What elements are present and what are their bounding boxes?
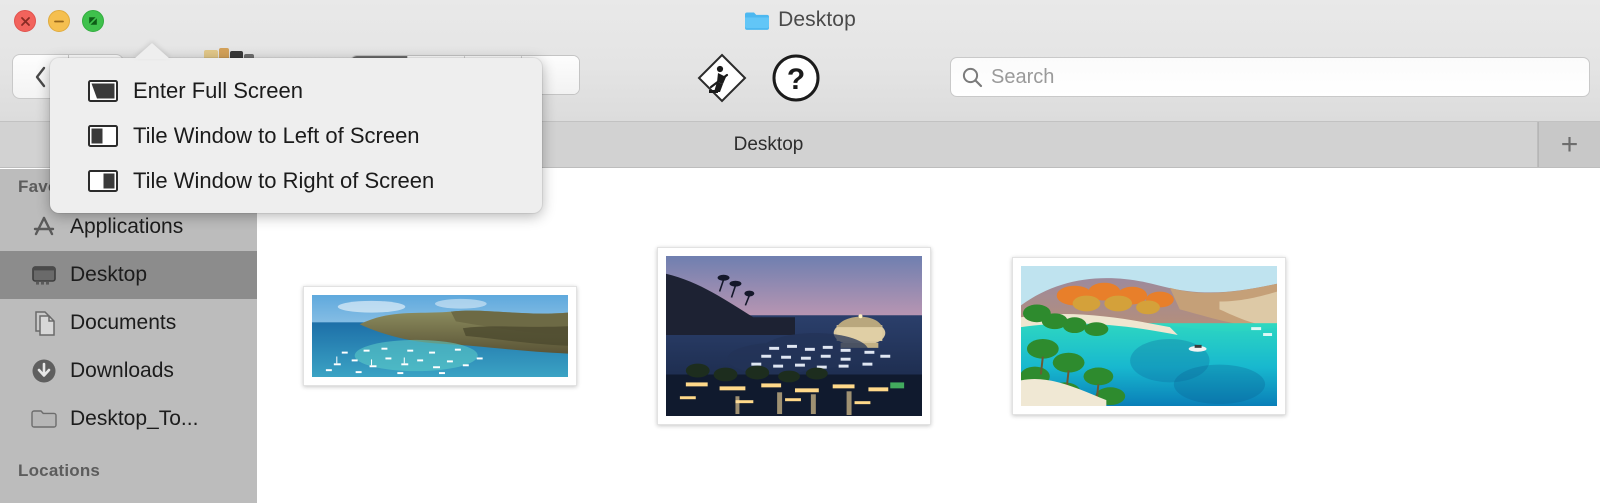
avalon-harbor-dusk-thumbnail	[666, 256, 922, 416]
search-placeholder: Search	[991, 65, 1055, 88]
page-title: Desktop	[778, 8, 856, 31]
sidebar-item-desktop-to[interactable]: Desktop_To...	[0, 395, 257, 443]
tile-right-icon	[88, 169, 118, 192]
tab-label: Desktop	[733, 133, 804, 155]
documents-icon	[35, 311, 55, 336]
svg-text:?: ?	[787, 63, 805, 96]
sidebar-item-downloads[interactable]: Downloads	[0, 347, 257, 395]
window-zoom-popover-menu[interactable]: Enter Full Screen Tile Window to Left of…	[50, 43, 542, 213]
sidebar-item-desktop[interactable]: Desktop	[0, 251, 257, 299]
menu-item-label: Tile Window to Right of Screen	[133, 167, 435, 193]
sidebar: Favorites Applications Desktop	[0, 169, 257, 503]
help-button[interactable]: ?	[770, 52, 822, 104]
file-item-avalon-harbor-dusk[interactable]	[657, 247, 931, 425]
downloads-icon	[32, 359, 56, 383]
menu-item-enter-full-screen[interactable]: Enter Full Screen	[50, 68, 542, 113]
action-button[interactable]	[696, 52, 748, 104]
blue-folder-icon	[745, 12, 770, 30]
finder-window: Desktop ? Search Desktop + Applications …	[0, 0, 1600, 503]
file-item-catalina-harbor-panorama[interactable]	[303, 286, 577, 386]
sidebar-item-label: Documents	[70, 311, 177, 334]
applications-icon	[33, 216, 55, 236]
menu-item-label: Enter Full Screen	[133, 77, 303, 103]
menu-item-tile-right[interactable]: Tile Window to Right of Screen	[50, 158, 542, 203]
menu-item-label: Tile Window to Left of Screen	[133, 122, 420, 148]
plus-icon: +	[1560, 127, 1579, 161]
desktop-icon	[32, 266, 56, 285]
sidebar-item-documents[interactable]: Documents	[0, 299, 257, 347]
sidebar-item-label: Desktop_To...	[70, 407, 199, 430]
catalina-turquoise-cove-thumbnail	[1021, 266, 1277, 406]
file-item-catalina-turquoise-cove[interactable]	[1012, 257, 1286, 415]
sidebar-item-label: Desktop	[70, 263, 148, 286]
chevron-left-icon	[35, 66, 45, 87]
question-mark-circle-icon: ?	[772, 54, 820, 102]
file-grid	[257, 169, 1600, 503]
sidebar-item-label: Applications	[70, 215, 184, 238]
menu-item-tile-left[interactable]: Tile Window to Left of Screen	[50, 113, 542, 158]
catalina-harbor-panorama-thumbnail	[312, 295, 568, 377]
sidebar-section-locations-header: Locations	[18, 461, 101, 480]
search-icon	[962, 67, 983, 88]
construction-sign-icon	[697, 53, 747, 103]
tile-left-icon	[88, 124, 118, 147]
window-title-bar: Desktop	[0, 8, 1600, 32]
popover-tail	[134, 43, 170, 59]
folder-icon	[31, 410, 57, 428]
sidebar-item-label: Downloads	[70, 359, 174, 382]
search-field[interactable]: Search	[950, 57, 1590, 97]
enter-fullscreen-icon	[88, 79, 118, 102]
new-tab-button[interactable]: +	[1538, 122, 1600, 167]
